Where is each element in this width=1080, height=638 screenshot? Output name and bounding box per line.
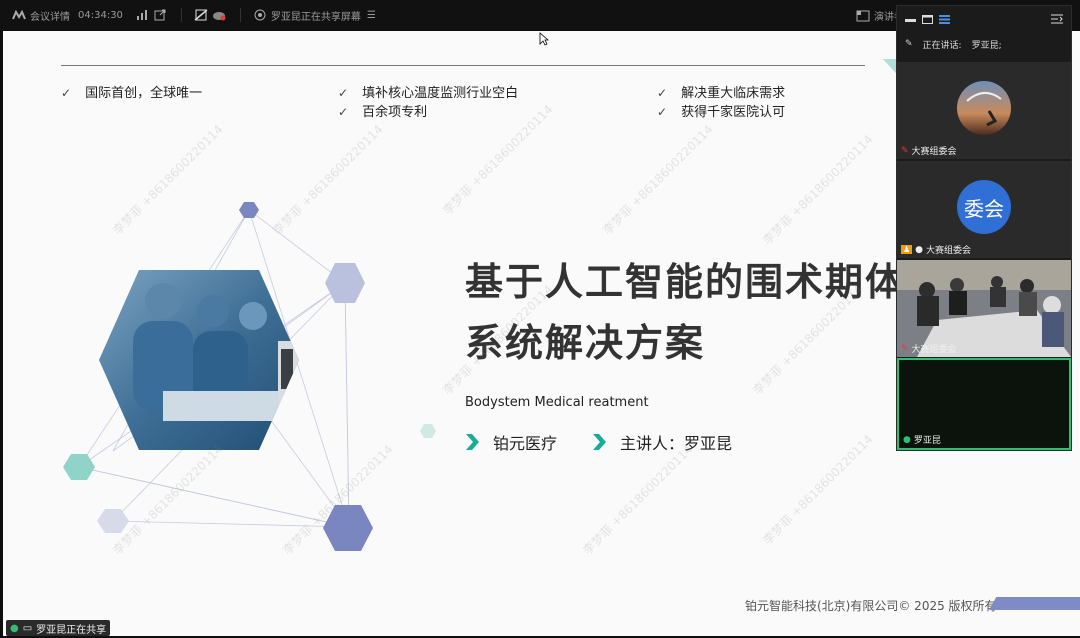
participant-tile[interactable]: ✎ 大赛组委会 xyxy=(897,62,1071,159)
screen-share-icon xyxy=(254,9,266,21)
collapse-panel-icon[interactable] xyxy=(1051,14,1063,24)
mic-icon: ● xyxy=(10,622,19,634)
popout-icon[interactable] xyxy=(153,9,167,21)
presenter-item: 主讲人：罗亚昆 xyxy=(592,430,732,454)
meeting-logo-icon xyxy=(12,9,26,20)
list-view-icon[interactable] xyxy=(939,14,950,24)
mouse-cursor-icon xyxy=(539,32,549,46)
menu-icon[interactable]: ☰ xyxy=(367,10,376,21)
meeting-details-label: 会议详情 xyxy=(30,11,70,23)
slide-title-line-2: 系统解决方案 xyxy=(465,321,706,365)
participant-tile-active[interactable]: ● 罗亚昆 xyxy=(897,358,1071,450)
sharing-notice[interactable]: 罗亚昆正在共享屏幕 ☰ xyxy=(253,8,376,23)
check-icon: ✓ xyxy=(338,86,349,100)
sharing-notice-label: 罗亚昆正在共享屏幕 xyxy=(270,11,361,23)
signal-icon[interactable] xyxy=(135,9,149,21)
cloud-record-icon[interactable] xyxy=(212,9,226,21)
share-status-badge[interactable]: ● ▭ 罗亚昆正在共享 xyxy=(6,620,111,636)
watermark: 李梦菲 +8618600220114 xyxy=(760,432,876,548)
participant-name: ● 罗亚昆 xyxy=(903,434,941,447)
surgery-photo xyxy=(99,270,299,450)
chevron-right-icon xyxy=(593,434,606,450)
mic-icon: ● xyxy=(903,434,911,445)
panel-header xyxy=(897,6,1071,32)
bullet-item: ✓ 国际首创，全球唯一 xyxy=(61,86,203,101)
avatar-image xyxy=(966,92,1002,127)
presenter-name-label: 主讲人：罗亚昆 xyxy=(620,434,733,453)
host-icon: ♟ xyxy=(901,245,913,254)
speaking-name: 罗亚昆; xyxy=(971,40,1002,51)
check-icon: ✓ xyxy=(338,105,349,119)
mic-muted-icon: ✎ xyxy=(901,343,909,354)
presenter-icon xyxy=(856,10,870,21)
mic-icon: ● xyxy=(915,244,924,255)
slide-footer-copyright: 铂元智能科技(北京)有限公司© 2025 版权所有 xyxy=(745,599,997,613)
avatar xyxy=(957,81,1011,135)
watermark: 李梦菲 +8618600220114 xyxy=(600,122,716,238)
check-icon: ✓ xyxy=(657,86,668,100)
share-status-label: 罗亚昆正在共享 xyxy=(36,624,107,636)
chat-icon: ▭ xyxy=(22,622,33,634)
watermark: 李梦菲 +8618600220114 xyxy=(580,442,696,558)
participant-name: ♟ ● 大赛组委会 xyxy=(901,244,972,256)
hexagon-network-graphic xyxy=(63,202,373,551)
bullet-item: ✓ 百余项专利 xyxy=(338,105,428,120)
bullet-item: ✓ 解决重大临床需求 xyxy=(657,86,786,101)
annotation-off-icon[interactable] xyxy=(194,9,208,21)
participant-panel: ✎ 正在讲话: 罗亚昆; ✎ 大赛组委会 委会 ♟ ● 大赛组委会 ✎ 大赛组委会 ● 罗… xyxy=(896,5,1072,451)
speaking-label: 正在讲话: xyxy=(922,40,962,51)
mic-muted-icon: ✎ xyxy=(901,145,909,156)
watermark: 李梦菲 +8618600220114 xyxy=(760,132,876,248)
watermark: 李梦菲 +8618600220114 xyxy=(440,102,556,218)
avatar: 委会 xyxy=(957,180,1011,234)
company-item: 铂元医疗 xyxy=(465,430,557,454)
window-icon[interactable] xyxy=(922,14,933,24)
meeting-details-button[interactable]: 会议详情 xyxy=(12,8,70,23)
small-hexagon-decoration xyxy=(420,424,436,438)
slide-subtitle-en: Bodystem Medical reatment xyxy=(465,395,649,410)
minimize-icon[interactable] xyxy=(905,15,916,24)
participant-tile[interactable]: ✎ 大赛组委会 xyxy=(897,260,1071,357)
check-icon: ✓ xyxy=(61,86,72,100)
participant-name: ✎ 大赛组委会 xyxy=(901,343,957,356)
bullet-item: ✓ 填补核心温度监测行业空白 xyxy=(338,86,519,101)
check-icon: ✓ xyxy=(657,105,668,119)
mic-off-icon: ✎ xyxy=(905,39,913,49)
company-label: 铂元医疗 xyxy=(493,434,558,453)
slide-title-line-1: 基于人工智能的围术期体 xyxy=(465,260,906,304)
active-speaker-bar: ✎ 正在讲话: 罗亚昆; xyxy=(897,32,1071,56)
chevron-right-icon xyxy=(466,434,479,450)
footer-accent-bar xyxy=(989,597,1080,610)
avatar-text: 委会 xyxy=(964,196,1004,221)
bullet-item: ✓ 获得千家医院认可 xyxy=(657,105,786,120)
participant-name: ✎ 大赛组委会 xyxy=(901,145,957,158)
participant-tile[interactable]: 委会 ♟ ● 大赛组委会 xyxy=(897,161,1071,258)
header-rule xyxy=(61,65,865,66)
elapsed-time: 04:34:30 xyxy=(78,9,123,21)
